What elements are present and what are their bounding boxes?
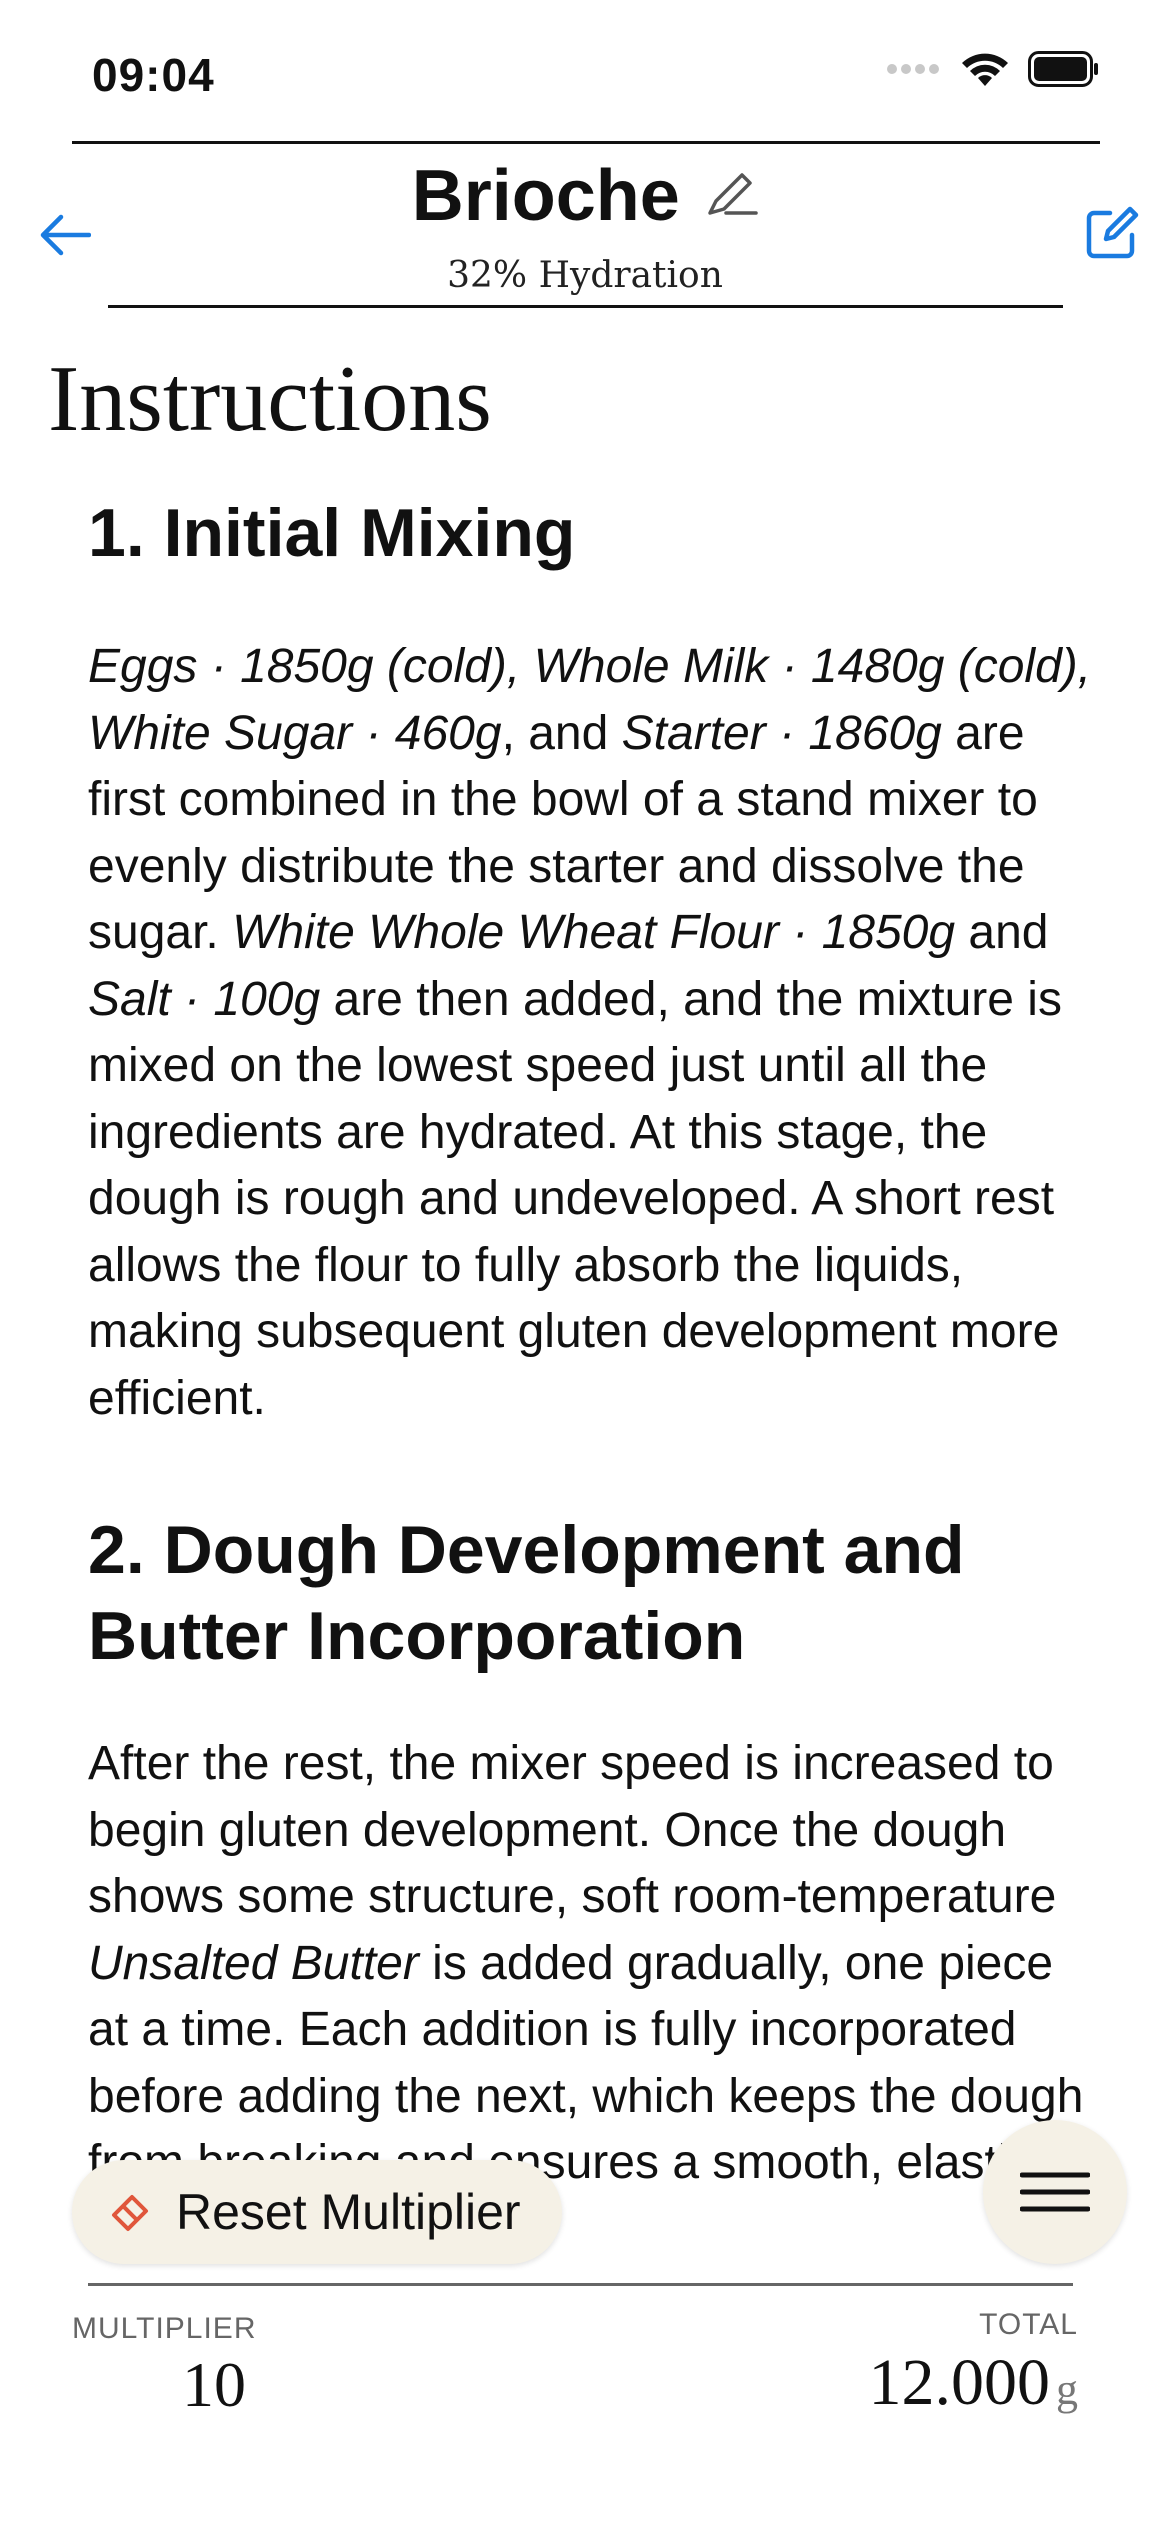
total-unit: g (1056, 2365, 1078, 2414)
total-value[interactable]: 12.000 g (869, 2345, 1079, 2421)
ingredient-text: Salt · 100g (88, 972, 321, 1026)
instructions-heading: Instructions (48, 347, 492, 451)
multiplier-label: MULTIPLIER (72, 2312, 257, 2345)
instructions-content: 1. Initial Mixing Eggs · 1850g (cold), W… (88, 490, 1098, 2263)
total-label: TOTAL (979, 2308, 1078, 2341)
body-text: are then added, and the mixture is mixed… (88, 972, 1062, 1425)
body-text: After the rest, the mixer speed is incre… (88, 1737, 1057, 1923)
section-title: 2. Dough Development and Butter Incorpor… (88, 1512, 965, 1674)
ingredient-text: White Whole Wheat Flour · 1850g (232, 906, 956, 959)
multiplier-value[interactable]: 10 (182, 2348, 246, 2422)
ingredient-text: Unsalted Butter (88, 1936, 419, 1990)
menu-button[interactable] (983, 2120, 1127, 2264)
hamburger-menu-icon (1020, 2172, 1090, 2212)
scroll-area[interactable]: Instructions 1. Initial Mixing Eggs · 18… (0, 0, 1170, 2283)
total-amount: 12.000 (868, 2346, 1051, 2419)
section-body: Eggs · 1850g (cold), Whole Milk · 1480g … (88, 634, 1098, 1432)
body-text: and (955, 906, 1049, 959)
ingredient-text: Starter · 1860g (621, 706, 942, 760)
reset-multiplier-button[interactable]: Reset Multiplier (72, 2160, 562, 2264)
section-title: 1. Initial Mixing (88, 495, 576, 571)
footer-divider (88, 2283, 1073, 2286)
eraser-icon (112, 2195, 148, 2231)
reset-multiplier-label: Reset Multiplier (176, 2184, 521, 2240)
body-text: , and (501, 706, 622, 760)
